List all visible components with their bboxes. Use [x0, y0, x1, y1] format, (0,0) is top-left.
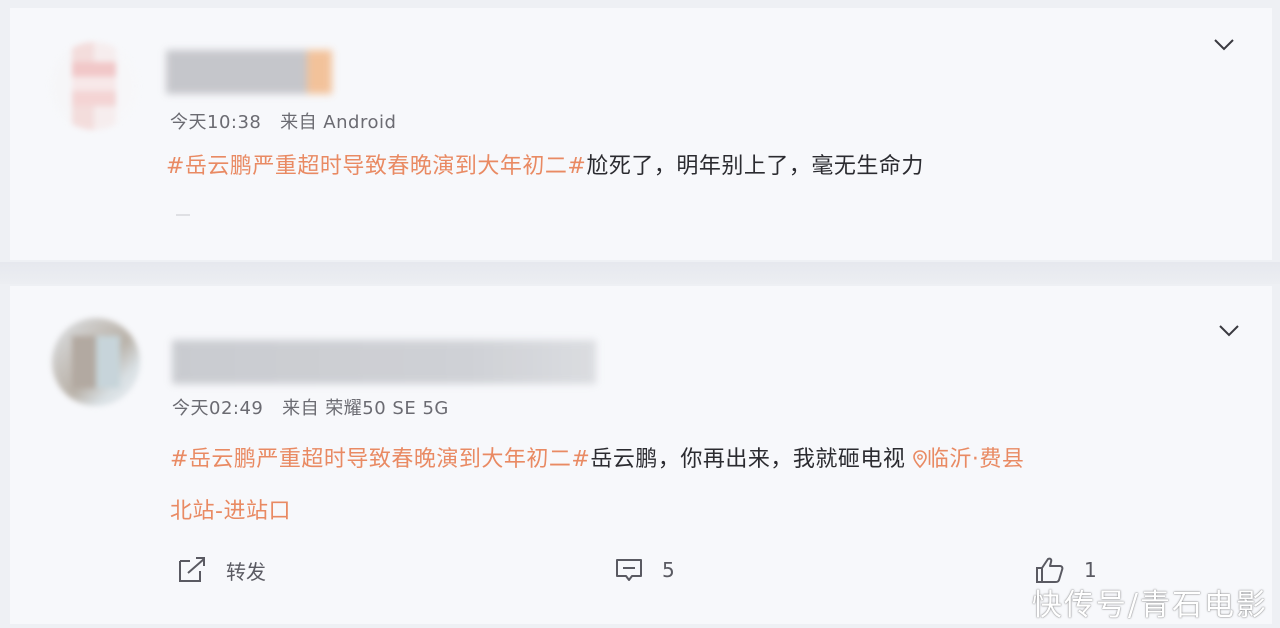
- post-body: 尬死了，明年别上了，毫无生命力: [586, 154, 924, 179]
- comment-count: 5: [662, 558, 675, 582]
- post-text: #岳云鹏严重超时导致春晚演到大年初二#岳云鹏，你再出来，我就砸电视 临沂·费县 …: [170, 434, 1024, 538]
- repost-label: 转发: [226, 559, 266, 584]
- repost-icon: [179, 557, 205, 582]
- post-time: 今天10:38: [170, 112, 262, 133]
- post-source: 来自 Android: [280, 112, 397, 133]
- chevron-down-icon[interactable]: [1213, 38, 1235, 52]
- post-source: 来自 荣耀50 SE 5G: [282, 398, 449, 419]
- post-time: 今天02:49: [172, 398, 264, 419]
- location-detail: 北站-进站口: [170, 499, 291, 524]
- weibo-comments-screenshot: 今天10:38 来自 Android #岳云鹏严重超时导致春晚演到大年初二#尬死…: [0, 0, 1280, 628]
- post-meta: 今天02:49 来自 荣耀50 SE 5G: [172, 394, 449, 420]
- location-pin-icon: [913, 450, 927, 469]
- post-body: 岳云鹏，你再出来，我就砸电视: [590, 447, 906, 472]
- avatar[interactable]: [50, 42, 138, 130]
- avatar[interactable]: [52, 318, 140, 406]
- post-meta: 今天10:38 来自 Android: [170, 108, 396, 134]
- comment-icon: [616, 559, 642, 581]
- post-text: #岳云鹏严重超时导致春晚演到大年初二#尬死了，明年别上了，毫无生命力: [166, 148, 924, 180]
- comment-button[interactable]: 5: [614, 552, 675, 588]
- hashtag-link[interactable]: #岳云鹏严重超时导致春晚演到大年初二#: [170, 447, 590, 472]
- repost-button[interactable]: 转发: [176, 552, 266, 588]
- hashtag-link[interactable]: #岳云鹏严重超时导致春晚演到大年初二#: [166, 154, 586, 179]
- username-blurred[interactable]: [166, 50, 332, 94]
- watermark: 快传号/青石电影: [1031, 588, 1268, 623]
- card-divider: [0, 262, 1280, 284]
- comment-card: [10, 8, 1272, 260]
- location-name: 临沂·费县: [926, 447, 1025, 472]
- username-blurred[interactable]: [172, 340, 596, 384]
- faded-mark: [176, 204, 190, 216]
- like-count: 1: [1084, 558, 1097, 582]
- chevron-down-icon[interactable]: [1218, 324, 1240, 338]
